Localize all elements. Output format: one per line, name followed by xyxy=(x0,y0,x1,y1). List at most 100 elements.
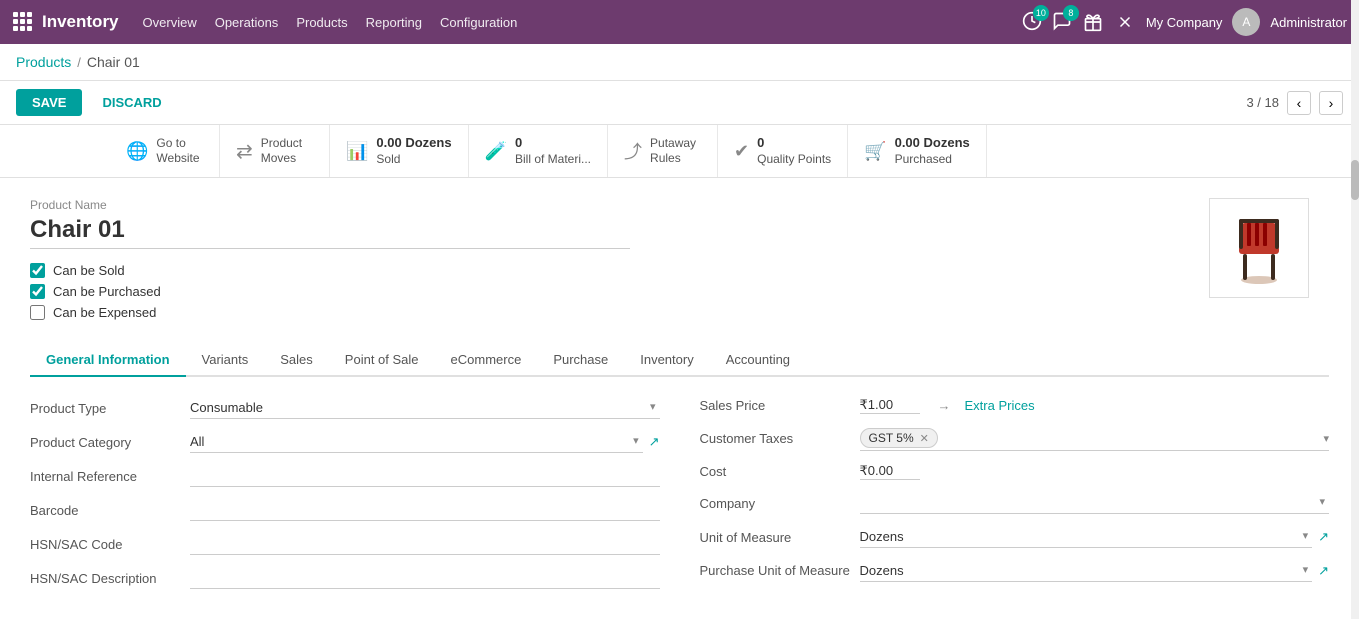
chart-icon: 📊 xyxy=(346,141,368,162)
uom-external-link[interactable]: ↗ xyxy=(1318,529,1329,545)
barcode-label: Barcode xyxy=(30,503,190,518)
topnav-right: 10 8 My Company A Administrator xyxy=(1022,8,1347,36)
product-category-external-link[interactable]: ↗ xyxy=(649,434,660,450)
messages-button[interactable]: 8 xyxy=(1052,11,1072,34)
cost-field: Cost ₹0.00 xyxy=(700,463,1330,480)
product-moves-button[interactable]: ⇄ Product Moves xyxy=(220,125,330,177)
globe-icon: 🌐 xyxy=(126,141,148,162)
company-label: Company xyxy=(700,496,860,511)
menu-reporting[interactable]: Reporting xyxy=(366,15,422,30)
top-navigation: Inventory Overview Operations Products R… xyxy=(0,0,1359,44)
product-image xyxy=(1219,208,1299,288)
customer-taxes-field: Customer Taxes GST 5% ✕ ▾ xyxy=(700,426,1330,451)
menu-products[interactable]: Products xyxy=(296,15,347,30)
company-name[interactable]: My Company xyxy=(1146,15,1223,30)
scrollbar[interactable] xyxy=(1351,0,1359,619)
sales-price-field: Sales Price ₹1.00 → Extra Prices xyxy=(700,397,1330,414)
breadcrumb-separator: / xyxy=(77,55,81,70)
action-toolbar: SAVE DISCARD 3 / 18 ‹ › xyxy=(0,81,1359,125)
tab-accounting[interactable]: Accounting xyxy=(710,344,806,377)
product-image-container[interactable] xyxy=(1209,198,1309,298)
cart-icon: 🛒 xyxy=(864,141,886,162)
sales-price-value[interactable]: ₹1.00 xyxy=(860,397,920,414)
next-record-button[interactable]: › xyxy=(1319,91,1343,115)
gst-tag: GST 5% ✕ xyxy=(860,428,938,448)
avatar[interactable]: A xyxy=(1232,8,1260,36)
product-category-field: Product Category All ↗ xyxy=(30,431,660,453)
product-header-left: Product Name Can be Sold Can be Purchase… xyxy=(30,198,1209,326)
purchase-uom-external-link[interactable]: ↗ xyxy=(1318,563,1329,579)
tab-purchase[interactable]: Purchase xyxy=(537,344,624,377)
form-right-column: Sales Price ₹1.00 → Extra Prices Custome… xyxy=(700,397,1330,601)
menu-configuration[interactable]: Configuration xyxy=(440,15,517,30)
product-type-label: Product Type xyxy=(30,401,190,416)
purchased-button[interactable]: 🛒 0.00 Dozens Purchased xyxy=(848,125,987,177)
gst-tag-close[interactable]: ✕ xyxy=(920,432,929,445)
tab-variants[interactable]: Variants xyxy=(186,344,265,377)
bom-icon: 🧪 xyxy=(485,141,507,162)
hsn-code-input[interactable] xyxy=(190,533,660,555)
menu-overview[interactable]: Overview xyxy=(143,15,197,30)
internal-ref-field: Internal Reference xyxy=(30,465,660,487)
purchase-uom-select-wrapper: Dozens xyxy=(860,560,1313,582)
product-name-input[interactable] xyxy=(30,216,630,249)
can-be-expensed-checkbox[interactable] xyxy=(30,305,45,320)
can-be-purchased-checkbox[interactable] xyxy=(30,284,45,299)
close-icon[interactable] xyxy=(1114,11,1136,33)
product-type-field: Product Type Consumable xyxy=(30,397,660,419)
hsn-code-label: HSN/SAC Code xyxy=(30,537,190,552)
product-type-select[interactable]: Consumable xyxy=(190,397,660,419)
purchase-uom-select[interactable]: Dozens xyxy=(860,560,1313,582)
tab-sales[interactable]: Sales xyxy=(264,344,329,377)
extra-prices-link[interactable]: Extra Prices xyxy=(965,398,1035,413)
can-be-purchased-label: Can be Purchased xyxy=(53,284,161,299)
activities-button[interactable]: 10 xyxy=(1022,11,1042,34)
gift-icon[interactable] xyxy=(1082,11,1104,33)
scrollbar-thumb[interactable] xyxy=(1351,160,1359,200)
barcode-input[interactable] xyxy=(190,499,660,521)
tab-point-of-sale[interactable]: Point of Sale xyxy=(329,344,435,377)
discard-button[interactable]: DISCARD xyxy=(92,89,171,116)
taxes-wrapper[interactable]: GST 5% ✕ ▾ xyxy=(860,426,1330,451)
apps-menu-icon[interactable] xyxy=(12,11,32,34)
quality-points-button[interactable]: ✔ 0 Quality Points xyxy=(718,125,848,177)
internal-ref-input[interactable] xyxy=(190,465,660,487)
goto-website-button[interactable]: 🌐 Go to Website xyxy=(110,125,220,177)
tab-general-information[interactable]: General Information xyxy=(30,344,186,377)
moves-icon: ⇄ xyxy=(236,139,253,164)
form-left-column: Product Type Consumable Product Category… xyxy=(30,397,660,601)
bom-button[interactable]: 🧪 0 Bill of Materi... xyxy=(469,125,608,177)
can-be-expensed-label: Can be Expensed xyxy=(53,305,156,320)
product-category-label: Product Category xyxy=(30,435,190,450)
can-be-sold-checkbox[interactable] xyxy=(30,263,45,278)
prev-record-button[interactable]: ‹ xyxy=(1287,91,1311,115)
menu-operations[interactable]: Operations xyxy=(215,15,279,30)
customer-taxes-label: Customer Taxes xyxy=(700,431,860,446)
putaway-rules-button[interactable]: ⤴ Putaway Rules xyxy=(608,125,718,177)
putaway-icon: ⤴ xyxy=(624,138,642,164)
user-name[interactable]: Administrator xyxy=(1270,15,1347,30)
product-name-label: Product Name xyxy=(30,198,1209,212)
arrow-icon: → xyxy=(938,398,951,413)
breadcrumb-link[interactable]: Products xyxy=(16,54,71,70)
product-type-select-wrapper: Consumable xyxy=(190,397,660,419)
top-menu: Overview Operations Products Reporting C… xyxy=(143,15,1022,30)
cost-value[interactable]: ₹0.00 xyxy=(860,463,920,480)
product-category-select[interactable]: All xyxy=(190,431,643,453)
uom-wrapper: Dozens ↗ xyxy=(860,526,1330,548)
toolbar-right: 3 / 18 ‹ › xyxy=(1246,91,1343,115)
pagination-label: 3 / 18 xyxy=(1246,95,1279,110)
tab-ecommerce[interactable]: eCommerce xyxy=(435,344,538,377)
form-section: Product Type Consumable Product Category… xyxy=(30,397,1329,601)
uom-select[interactable]: Dozens xyxy=(860,526,1313,548)
sold-button[interactable]: 📊 0.00 Dozens Sold xyxy=(330,125,469,177)
cost-label: Cost xyxy=(700,464,860,479)
content-wrapper: Product Name Can be Sold Can be Purchase… xyxy=(30,198,1329,601)
save-button[interactable]: SAVE xyxy=(16,89,82,116)
taxes-dropdown-arrow[interactable]: ▾ xyxy=(1323,432,1329,445)
tab-inventory[interactable]: Inventory xyxy=(624,344,709,377)
company-field: Company xyxy=(700,492,1330,514)
company-select[interactable] xyxy=(860,492,1330,514)
hsn-desc-field: HSN/SAC Description xyxy=(30,567,660,589)
hsn-desc-input[interactable] xyxy=(190,567,660,589)
